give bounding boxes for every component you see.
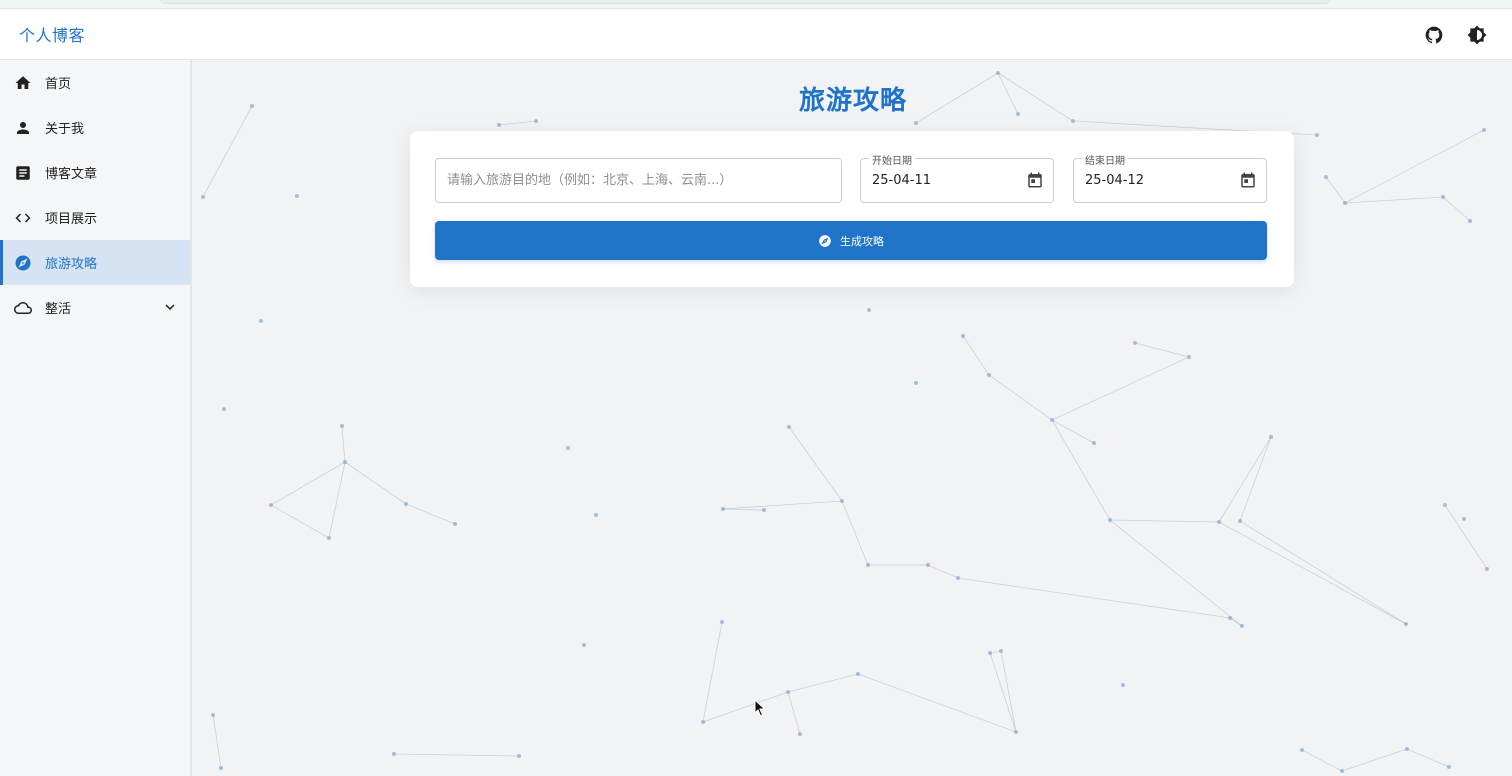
page-title: 旅游攻略 bbox=[798, 86, 907, 116]
calendar-icon[interactable] bbox=[1239, 171, 1257, 189]
cloud-icon bbox=[13, 298, 33, 318]
generate-guide-button[interactable]: 生成攻略 bbox=[435, 221, 1267, 260]
browser-address-bar bbox=[160, 0, 1330, 4]
sidebar-item-label: 项目展示 bbox=[45, 212, 98, 227]
sidebar-item-projects[interactable]: 项目展示 bbox=[0, 195, 190, 240]
sidebar-item-home[interactable]: 首页 bbox=[0, 60, 190, 105]
sidebar-item-label: 旅游攻略 bbox=[45, 257, 98, 272]
sidebar: 首页 关于我 博客文章 项目展示 旅游攻略 整活 bbox=[0, 60, 192, 776]
article-icon bbox=[13, 163, 33, 183]
person-icon bbox=[13, 118, 33, 138]
sidebar-item-label: 整活 bbox=[45, 302, 72, 317]
mouse-cursor-icon bbox=[754, 699, 766, 717]
start-date-label: 开始日期 bbox=[869, 152, 915, 167]
start-date-value[interactable]: 25-04-11 bbox=[872, 173, 931, 188]
generate-guide-label: 生成攻略 bbox=[840, 234, 884, 248]
travel-form-card: 开始日期 25-04-11 结束日期 25-04-12 生成攻略 bbox=[410, 131, 1294, 287]
sidebar-item-label: 关于我 bbox=[45, 122, 85, 137]
compass-icon bbox=[819, 234, 831, 247]
destination-field[interactable] bbox=[435, 158, 842, 203]
end-date-field[interactable]: 结束日期 25-04-12 bbox=[1073, 152, 1267, 203]
code-icon bbox=[13, 208, 33, 228]
destination-input[interactable] bbox=[436, 159, 841, 202]
sidebar-item-blog[interactable]: 博客文章 bbox=[0, 150, 190, 195]
sidebar-item-travel[interactable]: 旅游攻略 bbox=[0, 240, 190, 285]
theme-toggle-icon[interactable] bbox=[1466, 24, 1488, 46]
compass-icon bbox=[13, 253, 33, 273]
app-bar: 个人博客 bbox=[0, 9, 1512, 60]
end-date-value[interactable]: 25-04-12 bbox=[1085, 173, 1144, 188]
sidebar-item-label: 首页 bbox=[45, 77, 72, 92]
sidebar-item-fun[interactable]: 整活 bbox=[0, 285, 190, 330]
chevron-down-icon[interactable] bbox=[161, 298, 179, 316]
start-date-field[interactable]: 开始日期 25-04-11 bbox=[860, 152, 1054, 203]
sidebar-item-about[interactable]: 关于我 bbox=[0, 105, 190, 150]
end-date-label: 结束日期 bbox=[1082, 152, 1128, 167]
browser-top-strip bbox=[0, 0, 1512, 9]
calendar-icon[interactable] bbox=[1026, 171, 1044, 189]
main-content: 旅游攻略 开始日期 25-04-11 结束日期 25-04-12 生成攻略 bbox=[194, 60, 1512, 776]
brand-title[interactable]: 个人博客 bbox=[19, 22, 85, 46]
sidebar-item-label: 博客文章 bbox=[45, 167, 98, 182]
home-icon bbox=[13, 73, 33, 93]
github-icon[interactable] bbox=[1423, 24, 1445, 46]
